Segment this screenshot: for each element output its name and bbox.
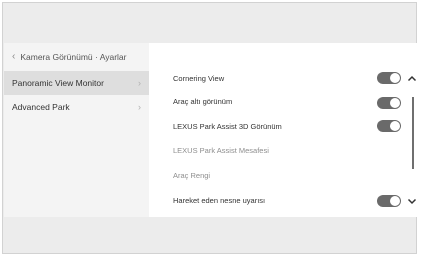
setting-label: LEXUS Park Assist Mesafesi bbox=[173, 145, 269, 155]
sidebar: ‹ Kamera Görünümü · Ayarlar Panoramic Vi… bbox=[4, 43, 149, 217]
setting-row-cornering-view[interactable]: Cornering View bbox=[173, 67, 403, 89]
breadcrumb[interactable]: ‹ Kamera Görünümü · Ayarlar bbox=[4, 43, 149, 71]
setting-label: Araç Rengi bbox=[173, 170, 211, 180]
toggle-knob bbox=[390, 73, 400, 83]
breadcrumb-text: Kamera Görünümü · Ayarlar bbox=[20, 52, 127, 62]
sidebar-item-label: Panoramic View Monitor bbox=[12, 78, 104, 88]
setting-row-park-assist-3d[interactable]: LEXUS Park Assist 3D Görünüm bbox=[173, 115, 403, 137]
sidebar-item-panoramic-view-monitor[interactable]: Panoramic View Monitor › bbox=[4, 71, 149, 95]
chevron-right-icon: › bbox=[138, 102, 141, 112]
toggle-knob bbox=[390, 121, 400, 131]
chevron-down-icon bbox=[407, 198, 417, 204]
setting-label: Cornering View bbox=[173, 73, 225, 83]
setting-label: LEXUS Park Assist 3D Görünüm bbox=[173, 121, 282, 131]
sidebar-item-advanced-park[interactable]: Advanced Park › bbox=[4, 95, 149, 119]
screen: ‹ Kamera Görünümü · Ayarlar Panoramic Vi… bbox=[2, 2, 417, 254]
setting-row-park-assist-mesafesi[interactable]: LEXUS Park Assist Mesafesi bbox=[173, 139, 403, 161]
setting-label: Hareket eden nesne uyarısı bbox=[173, 195, 266, 205]
cornering-view-toggle[interactable] bbox=[377, 72, 401, 84]
hareket-eden-nesne-toggle[interactable] bbox=[377, 195, 401, 207]
toggle-knob bbox=[390, 196, 400, 206]
scrollbar[interactable] bbox=[412, 97, 414, 169]
chevron-up-icon bbox=[407, 75, 417, 81]
setting-row-arac-alti-gorunum[interactable]: Araç altı görünüm bbox=[173, 90, 403, 112]
toggle-knob bbox=[390, 98, 400, 108]
setting-row-hareket-eden-nesne-uyarisi[interactable]: Hareket eden nesne uyarısı bbox=[173, 189, 403, 211]
setting-row-arac-rengi[interactable]: Araç Rengi bbox=[173, 164, 403, 186]
park-assist-3d-toggle[interactable] bbox=[377, 120, 401, 132]
arac-alti-gorunum-toggle[interactable] bbox=[377, 97, 401, 109]
setting-label: Araç altı görünüm bbox=[173, 96, 233, 106]
chevron-left-icon[interactable]: ‹ bbox=[12, 52, 15, 62]
chevron-right-icon: › bbox=[138, 78, 141, 88]
scroll-up-button[interactable] bbox=[405, 71, 419, 85]
scroll-down-button[interactable] bbox=[405, 194, 419, 208]
sidebar-item-label: Advanced Park bbox=[12, 102, 70, 112]
